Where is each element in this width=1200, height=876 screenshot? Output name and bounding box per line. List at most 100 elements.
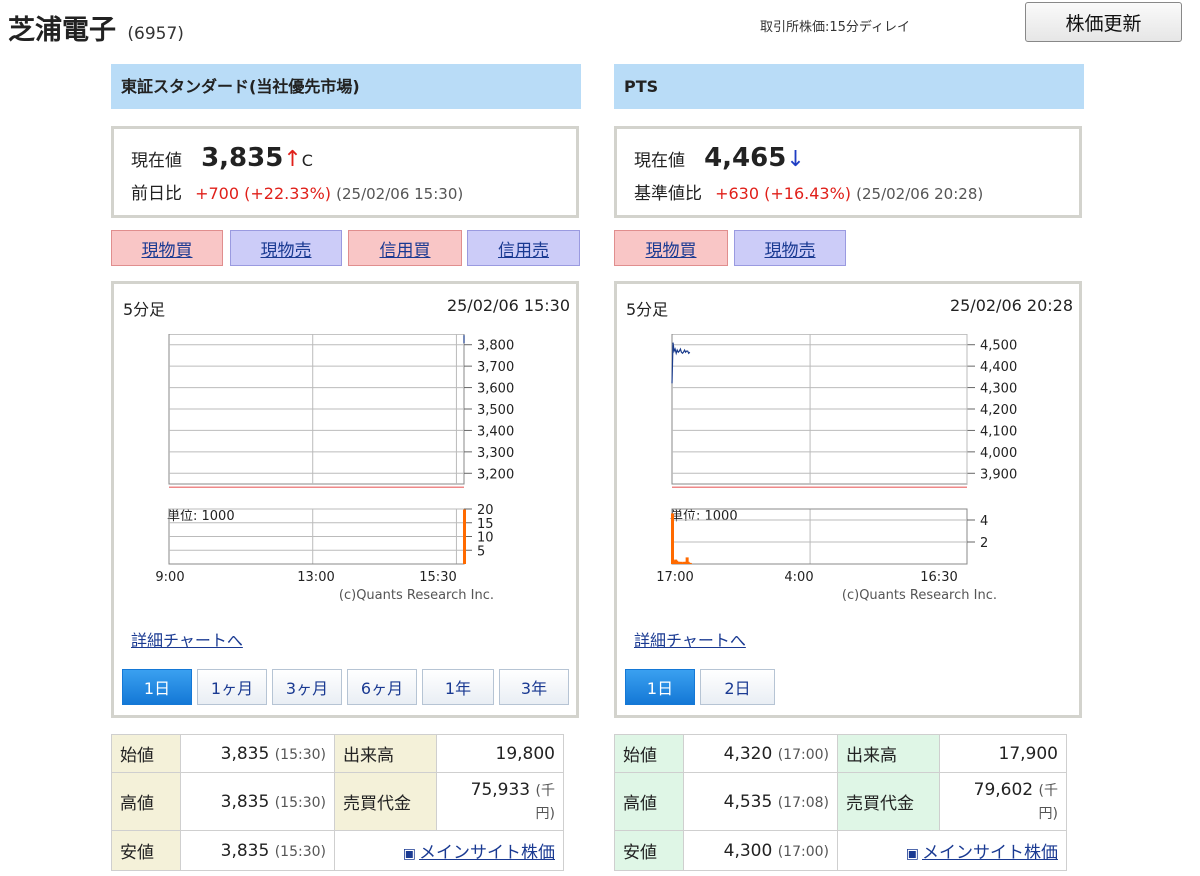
open-time: (15:30) bbox=[274, 746, 326, 763]
volume-value: 17,900 bbox=[939, 734, 1067, 773]
open-price: 3,835 bbox=[220, 743, 270, 764]
current-price: 3,835 bbox=[201, 143, 284, 173]
low-label: 安値 bbox=[111, 830, 181, 871]
price-label: 現在値 bbox=[131, 151, 182, 171]
volume-label: 出来高 bbox=[837, 734, 940, 773]
stats-table: 始値 3,835 (15:30) 出来高 19,800 高値 3,835 (15… bbox=[111, 734, 564, 871]
market-header: PTS bbox=[614, 64, 1084, 109]
time-tick-label: 16:30 bbox=[920, 570, 957, 585]
cash-buy-button[interactable]: 現物買 bbox=[614, 230, 728, 266]
down-arrow-icon: ↓ bbox=[786, 147, 805, 172]
chart-credit: (c)Quants Research Inc. bbox=[339, 588, 494, 603]
high-label: 高値 bbox=[614, 772, 684, 831]
volume-unit-label: 単位: 1000 bbox=[167, 508, 235, 524]
high-price: 3,835 bbox=[220, 791, 270, 812]
market-header: 東証スタンダード(当社優先市場) bbox=[111, 64, 581, 109]
price-change-pct: (+16.43%) bbox=[764, 184, 852, 203]
price-chart-svg: (c)Quants Research Inc. 単位: 1000 3,800 3,… bbox=[155, 334, 514, 603]
price-change: +700 bbox=[195, 184, 240, 203]
range-1d-button[interactable]: 1日 bbox=[122, 669, 192, 705]
detail-chart-link[interactable]: 詳細チャートへ bbox=[131, 627, 243, 651]
page-title: 芝浦電子 (6957) bbox=[8, 8, 184, 47]
price-change-pct: (+22.33%) bbox=[244, 184, 332, 203]
high-time: (17:08) bbox=[777, 794, 829, 811]
turnover-value: 75,933 (千 円) bbox=[436, 772, 564, 831]
time-tick-label: 9:00 bbox=[155, 570, 184, 585]
range-2d-button[interactable]: 2日 bbox=[700, 669, 775, 705]
turnover-label: 売買代金 bbox=[334, 772, 437, 831]
time-tick-label: 4:00 bbox=[784, 570, 813, 585]
delay-note: 取引所株価:15分ディレイ bbox=[760, 20, 911, 35]
turnover-label: 売買代金 bbox=[837, 772, 940, 831]
main-site-link[interactable]: ▣ メインサイト株価 bbox=[334, 830, 564, 871]
price-box: 現在値 4,465↓ 基準値比 +630 (+16.43%) (25/02/06… bbox=[614, 126, 1082, 218]
range-3y-button[interactable]: 3年 bbox=[499, 669, 569, 705]
price-change: +630 bbox=[715, 184, 760, 203]
turnover-unit-b: 円) bbox=[1038, 805, 1058, 822]
low-value: 3,835 (15:30) bbox=[180, 830, 335, 871]
volume-label: 出来高 bbox=[334, 734, 437, 773]
price-tick-label: 4,000 bbox=[980, 446, 1017, 461]
chart-interval-label: 5分足 bbox=[626, 300, 669, 319]
open-label: 始値 bbox=[111, 734, 181, 773]
price-tick-label: 3,800 bbox=[477, 339, 514, 354]
main-site-link-label: メインサイト株価 bbox=[419, 843, 555, 863]
up-arrow-icon: ↑ bbox=[283, 147, 302, 172]
detail-chart-link[interactable]: 詳細チャートへ bbox=[634, 627, 746, 651]
time-tick-label: 13:00 bbox=[297, 570, 334, 585]
low-time: (17:00) bbox=[777, 843, 829, 860]
range-1m-button[interactable]: 1ヶ月 bbox=[197, 669, 267, 705]
change-label: 基準値比 bbox=[634, 184, 702, 204]
volume-tick-label: 2 bbox=[980, 536, 988, 551]
turnover-amount: 75,933 bbox=[470, 779, 531, 800]
price-box: 現在値 3,835↑C 前日比 +700 (+22.33%) (25/02/06… bbox=[111, 126, 579, 218]
main-site-link[interactable]: ▣ メインサイト株価 bbox=[837, 830, 1067, 871]
margin-buy-button[interactable]: 信用買 bbox=[348, 230, 462, 266]
low-label: 安値 bbox=[614, 830, 684, 871]
volume-value: 19,800 bbox=[436, 734, 564, 773]
turnover-value: 79,602 (千円) bbox=[939, 772, 1067, 831]
chart-box: 5分足 25/02/06 20:28 (c)Quants Research In… bbox=[614, 281, 1082, 718]
pts-panel: PTS 現在値 4,465↓ 基準値比 +630 (+16.43%) (25/0… bbox=[614, 64, 1084, 871]
open-price: 4,320 bbox=[723, 743, 773, 764]
high-price: 4,535 bbox=[723, 791, 773, 812]
price-tick-label: 3,900 bbox=[980, 467, 1017, 482]
price-chart-svg: (c)Quants Research Inc. 単位: 1000 4,500 4,… bbox=[657, 334, 1017, 603]
chart-box: 5分足 25/02/06 15:30 (c)Quants Research In… bbox=[111, 281, 579, 718]
high-value: 4,535 (17:08) bbox=[683, 772, 838, 831]
window-link-icon: ▣ bbox=[905, 846, 919, 862]
high-label: 高値 bbox=[111, 772, 181, 831]
volume-bar bbox=[688, 562, 692, 564]
price-tick-label: 4,100 bbox=[980, 424, 1017, 439]
turnover-unit-b: 円) bbox=[535, 805, 555, 822]
cash-buy-button[interactable]: 現物買 bbox=[111, 230, 223, 266]
price-timestamp: (25/02/06 15:30) bbox=[336, 185, 464, 203]
volume-tick-label: 4 bbox=[980, 514, 988, 529]
range-1y-button[interactable]: 1年 bbox=[422, 669, 494, 705]
volume-tick-label: 20 bbox=[477, 503, 494, 518]
price-tick-label: 3,400 bbox=[477, 424, 514, 439]
refresh-price-button[interactable]: 株価更新 bbox=[1025, 2, 1182, 42]
range-3m-button[interactable]: 3ヶ月 bbox=[272, 669, 342, 705]
volume-unit-label: 単位: 1000 bbox=[670, 508, 738, 524]
cash-sell-button[interactable]: 現物売 bbox=[734, 230, 846, 266]
cash-sell-button[interactable]: 現物売 bbox=[230, 230, 342, 266]
main-site-link-label: メインサイト株価 bbox=[922, 843, 1058, 863]
low-price: 3,835 bbox=[220, 840, 270, 861]
company-name: 芝浦電子 bbox=[8, 15, 116, 46]
volume-tick-label: 15 bbox=[477, 517, 494, 532]
range-6m-button[interactable]: 6ヶ月 bbox=[347, 669, 417, 705]
volume-tick-label: 10 bbox=[477, 531, 494, 546]
price-tick-label: 4,200 bbox=[980, 403, 1017, 418]
margin-sell-button[interactable]: 信用売 bbox=[467, 230, 580, 266]
chart-date: 25/02/06 15:30 bbox=[446, 296, 570, 315]
high-time: (15:30) bbox=[274, 794, 326, 811]
low-time: (15:30) bbox=[274, 843, 326, 860]
price-tick-label: 4,400 bbox=[980, 360, 1017, 375]
price-series-line bbox=[671, 342, 691, 384]
turnover-unit-a: (千 bbox=[1038, 782, 1058, 799]
turnover-amount: 79,602 bbox=[973, 779, 1034, 800]
close-flag: C bbox=[301, 151, 313, 170]
range-1d-button[interactable]: 1日 bbox=[625, 669, 695, 705]
chart-interval-label: 5分足 bbox=[123, 300, 166, 319]
